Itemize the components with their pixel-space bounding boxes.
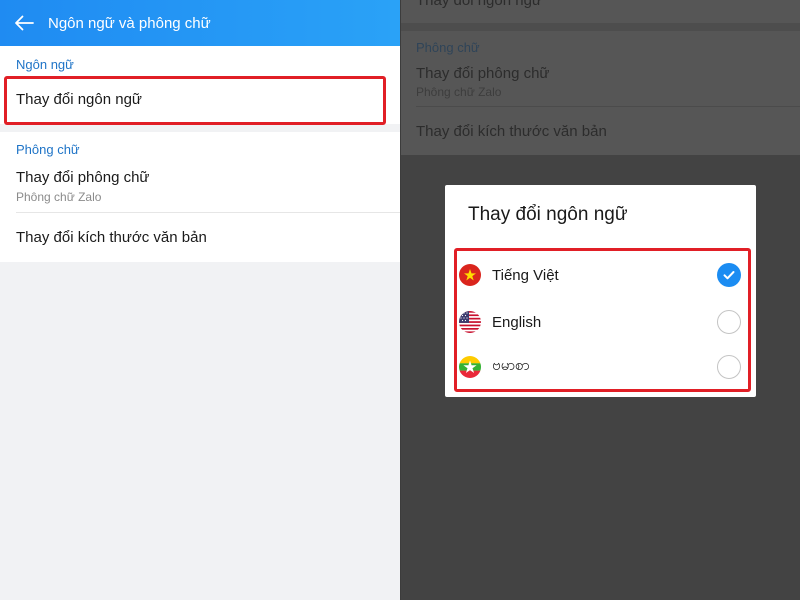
change-font-label: Thay đổi phông chữ (16, 168, 150, 186)
dimmed-change-language-label: Thay đổi ngôn ngữ (416, 0, 542, 9)
right-screen: Thay đổi ngôn ngữ Phông chữ Thay đổi phô… (401, 0, 800, 600)
dimmed-font-section-header: Phông chữ (416, 40, 480, 55)
change-text-size-label: Thay đổi kích thước văn bản (16, 229, 207, 246)
font-section: Phông chữ Thay đổi phông chữ Phông chữ Z… (0, 132, 400, 262)
back-button[interactable] (0, 0, 48, 46)
dimmed-change-font-sublabel: Phông chữ Zalo (416, 85, 502, 99)
left-screen: Ngôn ngữ và phông chữ Ngôn ngữ Thay đổi … (0, 0, 400, 600)
dimmed-divider (416, 106, 800, 107)
page-title: Ngôn ngữ và phông chữ (48, 14, 211, 32)
dimmed-section-gap (401, 23, 800, 31)
change-font-sublabel: Phông chữ Zalo (16, 189, 102, 204)
dimmed-change-text-size-label: Thay đổi kích thước văn bản (416, 123, 607, 140)
highlight-box-change-language (4, 76, 386, 125)
language-section-header: Ngôn ngữ (16, 57, 74, 72)
font-section-header: Phông chữ (16, 142, 80, 157)
dimmed-change-font-label: Thay đổi phông chữ (416, 65, 550, 82)
section-gap (0, 124, 400, 132)
arrow-left-icon (15, 15, 34, 31)
highlight-box-language-options (454, 248, 751, 392)
app-bar: Ngôn ngữ và phông chữ (0, 0, 400, 46)
change-font-row[interactable]: Thay đổi phông chữ Phông chữ Zalo (0, 160, 400, 212)
dialog-title: Thay đổi ngôn ngữ (468, 204, 628, 225)
change-text-size-row[interactable]: Thay đổi kích thước văn bản (0, 213, 400, 262)
